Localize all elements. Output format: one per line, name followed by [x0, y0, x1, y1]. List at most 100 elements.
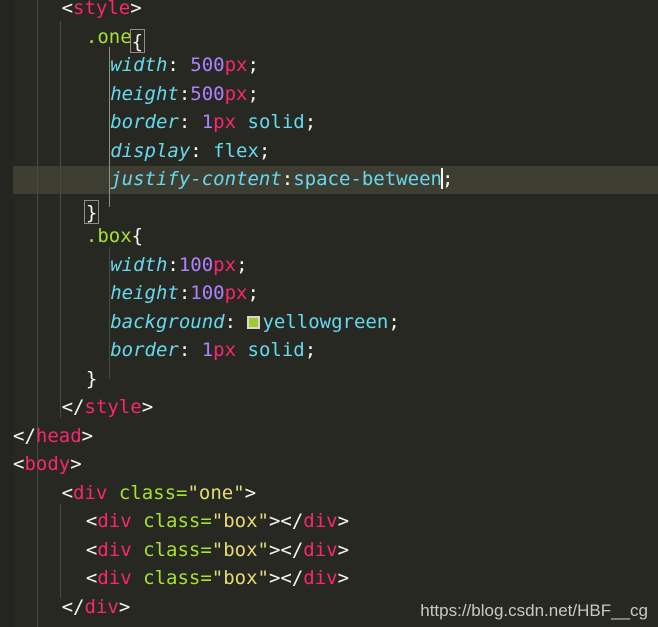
token-unit: px — [224, 82, 248, 105]
token-tag: head — [35, 424, 82, 447]
token-punct — [132, 539, 143, 561]
token-tag: div — [97, 510, 132, 532]
token-punct: < — [85, 567, 98, 589]
token-brace: { — [131, 225, 144, 247]
token-punct: ; — [258, 139, 271, 162]
token-punct: ; — [247, 82, 259, 105]
token-unit: px — [213, 111, 237, 133]
token-attr: class= — [143, 510, 212, 532]
token-punct: ; — [236, 253, 248, 276]
color-swatch-icon — [247, 315, 261, 329]
token-tag: div — [97, 538, 132, 561]
token-punct: > — [337, 510, 350, 532]
token-tag: body — [24, 453, 71, 475]
token-prop: height — [110, 282, 179, 304]
token-tag: div — [73, 481, 108, 504]
token-punct: ; — [247, 54, 259, 76]
token-tag: style — [84, 396, 142, 418]
token-value: yellowgreen — [262, 310, 389, 333]
code-line[interactable]: <style> — [0, 0, 658, 22]
token-punct: < — [85, 538, 98, 561]
token-punct: </ — [61, 595, 85, 618]
token-punct: : — [178, 111, 202, 133]
token-punct: ></ — [268, 510, 304, 532]
token-punct — [132, 510, 143, 532]
code-line[interactable]: background: yellowgreen; — [0, 308, 658, 336]
code-line[interactable]: <body> — [0, 450, 658, 478]
code-line[interactable]: <div class="box"></div> — [0, 564, 658, 592]
code-line[interactable]: </head> — [0, 422, 658, 450]
token-tag: div — [303, 567, 338, 589]
token-tag: div — [84, 595, 119, 618]
token-punct: : — [167, 253, 179, 276]
token-punct: > — [337, 567, 350, 589]
token-attr: class= — [143, 538, 212, 561]
code-line[interactable]: <div class="box"></div> — [0, 536, 658, 564]
token-value: solid — [236, 111, 305, 133]
token-prop: border — [110, 111, 179, 133]
token-tag: div — [97, 567, 132, 589]
code-line[interactable]: } — [0, 194, 658, 224]
token-unit: px — [213, 253, 237, 276]
code-line[interactable]: width:100px; — [0, 251, 658, 279]
token-punct: : — [178, 282, 191, 304]
code-line[interactable]: width: 500px; — [0, 51, 658, 79]
token-unit: px — [213, 339, 237, 361]
bracket-match-highlight: } — [83, 199, 100, 224]
token-punct: > — [130, 0, 142, 19]
token-punct: > — [81, 424, 94, 447]
token-punct: ; — [304, 339, 317, 361]
token-prop: height — [110, 82, 179, 105]
token-punct: > — [141, 396, 154, 418]
token-attr: class= — [118, 481, 188, 504]
token-selector: .box — [85, 225, 132, 247]
token-punct: > — [337, 538, 350, 561]
token-prop: width — [110, 54, 168, 76]
code-line[interactable]: height:100px; — [0, 279, 658, 307]
token-punct: ; — [441, 168, 454, 190]
code-line[interactable]: .box{ — [0, 222, 658, 250]
token-punct — [107, 482, 118, 504]
token-prop: display — [110, 139, 191, 162]
token-number: 500 — [190, 82, 225, 105]
watermark-url: https://blog.csdn.net/HBF__cg — [420, 601, 648, 620]
token-selector: .one — [85, 25, 132, 48]
token-punct: : — [190, 139, 214, 162]
code-editor[interactable]: <style> .one{width: 500px; height:500px; bo… — [0, 0, 658, 627]
token-tag: div — [303, 510, 338, 532]
token-prop: background — [110, 310, 225, 333]
code-line[interactable]: justify-content:space-between; — [0, 165, 658, 193]
token-punct: ></ — [268, 567, 304, 589]
code-line[interactable]: border: 1px solid; — [0, 108, 658, 136]
token-prop: justify-content — [110, 168, 282, 190]
token-punct: : — [224, 310, 248, 333]
token-string: "box" — [211, 510, 269, 532]
token-number: 1 — [201, 339, 214, 361]
token-attr: class= — [143, 567, 212, 589]
token-punct: < — [61, 0, 74, 19]
token-unit: px — [224, 282, 248, 304]
code-line[interactable]: .one{ — [0, 23, 658, 53]
token-value: solid — [236, 339, 305, 361]
token-punct: > — [118, 595, 131, 618]
token-string: "box" — [211, 567, 269, 589]
token-prop: border — [110, 339, 179, 361]
token-punct — [132, 567, 143, 589]
code-line[interactable]: border: 1px solid; — [0, 336, 658, 364]
code-line[interactable]: height:500px; — [0, 80, 658, 108]
token-punct: ; — [247, 282, 259, 304]
token-punct: : — [178, 82, 191, 105]
token-punct: ; — [388, 310, 400, 333]
token-number: 100 — [190, 282, 225, 304]
token-string: "box" — [211, 538, 269, 561]
token-value: flex — [213, 139, 259, 162]
code-line[interactable]: } — [0, 365, 658, 393]
code-line[interactable]: </style> — [0, 393, 658, 421]
token-number: 1 — [201, 111, 214, 133]
code-line[interactable]: <div class="box"></div> — [0, 507, 658, 535]
token-punct: </ — [13, 424, 36, 447]
token-punct: > — [70, 453, 82, 475]
token-unit: px — [224, 54, 248, 76]
code-line[interactable]: <div class="one"> — [0, 479, 658, 507]
code-line[interactable]: display: flex; — [0, 137, 658, 165]
